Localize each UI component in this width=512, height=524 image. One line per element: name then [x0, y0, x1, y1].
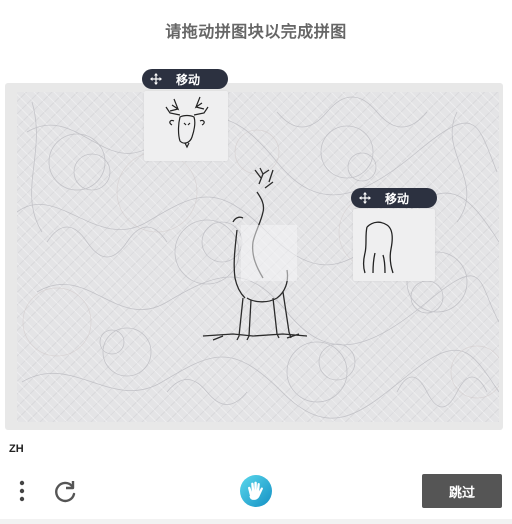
move-icon [359, 192, 371, 204]
reload-button[interactable] [52, 478, 80, 506]
puzzle-slot [241, 225, 297, 281]
language-selector[interactable]: ZH [9, 443, 24, 455]
more-vertical-icon [19, 480, 25, 502]
piece-move-handle[interactable]: 移动 [142, 69, 228, 89]
skip-button[interactable]: 跳过 [422, 474, 502, 508]
more-menu-button[interactable] [14, 478, 30, 506]
deer-head-image [165, 96, 209, 149]
page-title: 请拖动拼图块以完成拼图 [165, 24, 347, 41]
bottom-divider [0, 519, 512, 524]
reload-icon [55, 481, 76, 503]
deer-neck-image [362, 221, 394, 274]
move-icon [150, 73, 162, 85]
piece-move-handle-2[interactable]: 移动 [351, 188, 437, 208]
move-label: 移动 [176, 72, 201, 87]
hand-logo-icon [239, 474, 273, 508]
puzzle-piece-head[interactable] [144, 91, 228, 161]
move-label: 移动 [385, 191, 410, 206]
puzzle-piece-neck[interactable] [353, 209, 435, 281]
